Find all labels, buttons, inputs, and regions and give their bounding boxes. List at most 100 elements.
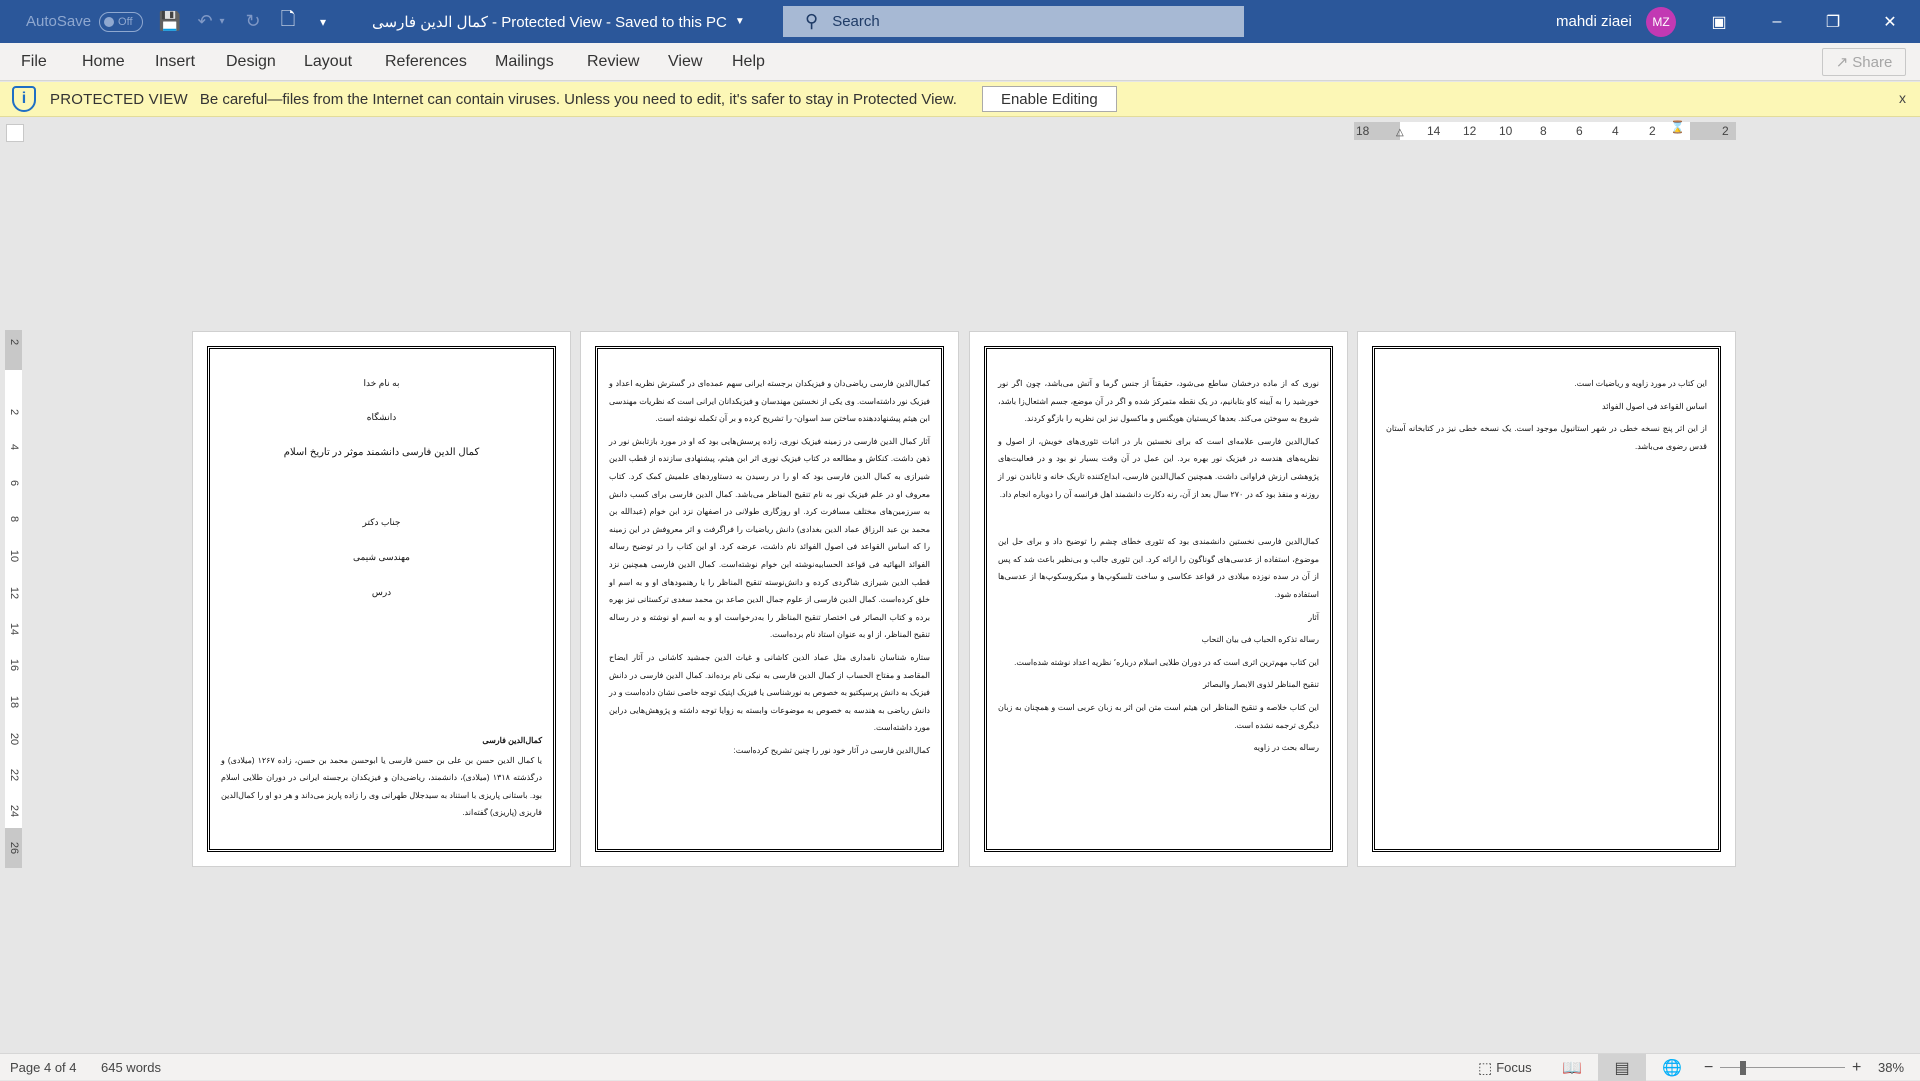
- paragraph: این کتاب در مورد زاویه و ریاضیات است.: [1574, 379, 1707, 388]
- left-indent-marker[interactable]: △: [1396, 127, 1404, 138]
- right-indent-marker[interactable]: ⌛: [1670, 120, 1685, 134]
- protected-view-bar: i PROTECTED VIEW Be careful—files from t…: [0, 82, 1920, 117]
- tab-home[interactable]: Home: [82, 43, 125, 81]
- minimize-icon[interactable]: –: [1754, 0, 1800, 43]
- search-icon: ⚲: [805, 11, 819, 31]
- title-line: درس: [371, 587, 392, 597]
- search-placeholder: Search: [832, 13, 880, 30]
- tab-view[interactable]: View: [668, 43, 702, 81]
- vertical-ruler[interactable]: 2 2 4 6 8 10 12 14 16 18 20 22 24 26: [5, 330, 22, 868]
- new-document-icon[interactable]: 🗋: [273, 0, 303, 43]
- undo-dropdown-icon[interactable]: ▾: [215, 0, 229, 43]
- protected-view-message: Be careful—files from the Internet can c…: [199, 90, 957, 108]
- tab-help[interactable]: Help: [732, 43, 765, 81]
- zoom-in-button[interactable]: +: [1852, 1054, 1861, 1081]
- read-mode-icon[interactable]: 📖: [1548, 1054, 1596, 1081]
- print-layout-icon[interactable]: ▤: [1598, 1054, 1646, 1081]
- paragraph: یا کمال الدین حسن بن علی بن حسن فارسی یا…: [221, 755, 543, 818]
- paragraph: آثار کمال الدین فارسی در زمینه فیزیک نور…: [609, 436, 930, 640]
- zoom-slider-thumb[interactable]: [1740, 1061, 1746, 1075]
- paragraph: رساله تذکره الحباب فی بیان التحاب: [1201, 635, 1319, 645]
- paragraph: این کتاب خلاصه و تنقیح المناظر ابن هیثم …: [998, 702, 1319, 730]
- customize-toolbar-icon[interactable]: ▾: [308, 0, 338, 43]
- ruler-tick: 12: [8, 586, 20, 600]
- autosave-label: AutoSave: [26, 13, 92, 30]
- ruler-tick: 18: [1356, 124, 1370, 138]
- tab-file[interactable]: File: [21, 43, 47, 81]
- user-name[interactable]: mahdi ziaei: [1556, 0, 1632, 43]
- paragraph: این کتاب مهم‌ترین اثری است که در دوران ط…: [1014, 657, 1319, 667]
- page-3: نوری که از ماده درخشان ساطع می‌شود، حقیق…: [969, 331, 1348, 867]
- share-icon: ↗: [1835, 54, 1849, 71]
- web-layout-icon[interactable]: 🌐: [1648, 1054, 1696, 1081]
- ruler-tick: 14: [1427, 124, 1441, 138]
- status-bar: Page 4 of 4 645 words ⬚ Focus 📖 ▤ 🌐 − + 3…: [0, 1053, 1920, 1081]
- tab-design[interactable]: Design: [226, 43, 276, 81]
- paragraph: اساس القواعد فی اصول الفوائد: [1602, 401, 1707, 411]
- focus-icon: ⬚: [1478, 1059, 1493, 1077]
- share-label: Share: [1852, 53, 1893, 71]
- share-button[interactable]: ↗ Share: [1822, 48, 1906, 76]
- redo-icon[interactable]: ↻: [238, 0, 268, 43]
- tab-layout[interactable]: Layout: [304, 43, 352, 81]
- ruler-tick: 24: [8, 804, 20, 818]
- autosave-switch[interactable]: Off: [99, 11, 144, 32]
- paragraph: کمال‌الدین فارسی نخستین دانشمندی بود که …: [998, 537, 1319, 599]
- title-bar: AutoSave Off 💾 ↶ ▾ ↻ 🗋 ▾ کمال الدین فارس…: [0, 0, 1920, 43]
- document-title[interactable]: کمال الدین فارسی - Protected View - Save…: [372, 0, 745, 43]
- tab-mailings[interactable]: Mailings: [495, 43, 554, 81]
- ruler-tick: 18: [8, 695, 20, 709]
- search-box[interactable]: ⚲ Search: [783, 6, 1244, 37]
- page-4: این کتاب در مورد زاویه و ریاضیات است. اس…: [1357, 331, 1736, 867]
- ruler-tick: 22: [8, 768, 20, 782]
- empty-paragraph: [998, 508, 1319, 528]
- title-line: جناب دکتر: [362, 517, 401, 527]
- ruler-tick: 2: [1722, 124, 1729, 138]
- autosave-state: Off: [118, 15, 133, 28]
- zoom-slider[interactable]: [1720, 1067, 1845, 1068]
- ruler-tick: 6: [8, 479, 20, 487]
- tab-references[interactable]: References: [385, 43, 467, 81]
- page-2: کمال‌الدین فارسی ریاضی‌دان و فیزیکدان بر…: [580, 331, 959, 867]
- paragraph: نوری که از ماده درخشان ساطع می‌شود، حقیق…: [998, 379, 1319, 424]
- shield-info-icon: i: [12, 86, 36, 112]
- ruler-tick: 14: [8, 622, 20, 636]
- title-line: کمال الدین فارسی دانشمند موثر در تاریخ ا…: [283, 447, 480, 458]
- focus-label: Focus: [1496, 1060, 1532, 1075]
- paragraph: کمال‌الدین فارسی علامه‌ای است که برای نخ…: [998, 436, 1319, 499]
- autosave-toggle[interactable]: AutoSave Off: [26, 0, 144, 43]
- paragraph: تنقیح المناظر لذوی الابصار والبصائر: [1202, 680, 1319, 690]
- title-line: به نام خدا: [363, 378, 400, 388]
- document-title-text: کمال الدین فارسی - Protected View - Save…: [372, 13, 727, 31]
- close-icon[interactable]: ✕: [1867, 0, 1913, 43]
- word-count[interactable]: 645 words: [101, 1054, 161, 1081]
- horizontal-ruler[interactable]: 18 14 12 10 8 6 4 2 2 △ ⌛: [1354, 120, 1736, 140]
- enable-editing-button[interactable]: Enable Editing: [981, 86, 1117, 112]
- ruler-tick: 4: [1612, 124, 1619, 138]
- tab-selector[interactable]: [6, 124, 24, 142]
- close-bar-icon[interactable]: x: [1899, 90, 1906, 106]
- save-icon[interactable]: 💾: [155, 0, 185, 43]
- title-line: مهندسی شیمی: [353, 552, 410, 562]
- restore-icon[interactable]: ❐: [1810, 0, 1856, 43]
- ruler-tick: 2: [1649, 124, 1656, 138]
- paragraph: رساله بحث در زاویه: [1253, 743, 1319, 753]
- tab-insert[interactable]: Insert: [155, 43, 195, 81]
- avatar[interactable]: MZ: [1646, 7, 1676, 37]
- zoom-out-button[interactable]: −: [1704, 1054, 1713, 1081]
- paragraph: آثار: [1308, 612, 1319, 622]
- ribbon-display-options-icon[interactable]: ▣: [1696, 0, 1742, 43]
- ruler-tick: 8: [1540, 124, 1547, 138]
- ruler-tick: 2: [8, 408, 20, 416]
- zoom-level[interactable]: 38%: [1878, 1054, 1904, 1081]
- paragraph: کمال‌الدین فارسی ریاضی‌دان و فیزیکدان بر…: [609, 379, 930, 424]
- focus-button[interactable]: ⬚ Focus: [1478, 1054, 1532, 1081]
- ruler-tick: 10: [1499, 124, 1513, 138]
- ruler-tick: 16: [8, 658, 20, 672]
- ruler-tick: 20: [8, 732, 20, 746]
- protected-view-label: PROTECTED VIEW: [50, 90, 188, 108]
- tab-review[interactable]: Review: [587, 43, 639, 81]
- ruler-tick: 26: [8, 841, 20, 855]
- page-count[interactable]: Page 4 of 4: [10, 1054, 77, 1081]
- page-1: به نام خدا دانشگاه کمال الدین فارسی دانش…: [192, 331, 571, 867]
